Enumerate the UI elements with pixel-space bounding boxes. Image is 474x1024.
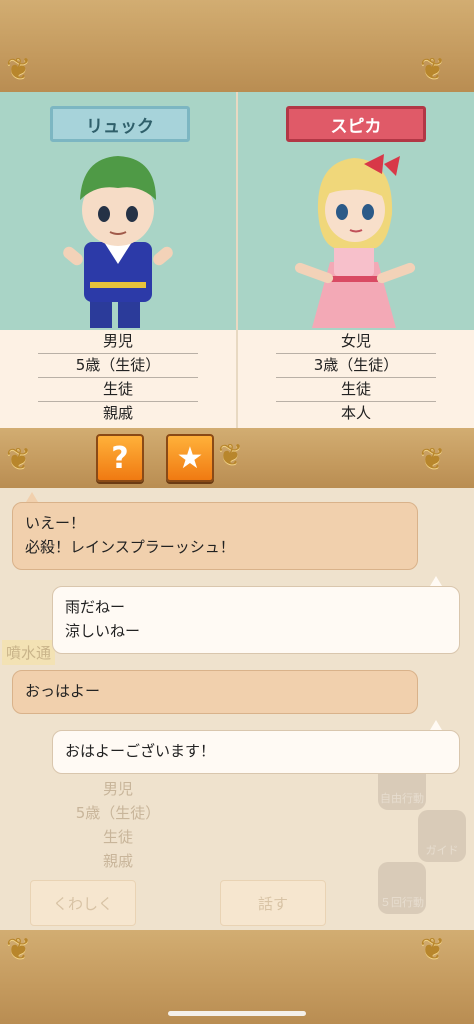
top-banner: ❦ ❦ [0,0,474,92]
character-avatar-girl [294,154,416,328]
favorite-button[interactable]: ★ [166,434,214,482]
chat-line: 雨だねー [65,598,126,616]
chat-line: 涼しいねー [65,622,141,640]
character-info-right: 女児 3歳（生徒） 生徒 本人 [238,330,474,428]
ornament-icon: ❦ [420,52,446,87]
help-button[interactable]: ? [96,434,144,482]
bg-gender: 男児 [102,780,133,798]
talk-button[interactable]: 話す [220,880,326,926]
guide-button[interactable]: ガイド [418,810,466,862]
age-label: 3歳（生徒） [276,354,436,378]
chat-bubble-right: おはよーございます！ [52,730,460,774]
ornament-icon: ❦ [420,932,446,967]
chat-bubble-left: いえー！ 必殺！レインスプラーッシュ！ [12,502,418,570]
ornament-icon: ❦ [420,442,446,477]
chat-line: 必殺！レインスプラーッシュ！ [25,538,235,556]
star-icon: ★ [176,440,204,476]
five-actions-button[interactable]: ５回行動 [378,862,426,914]
relation-label: 親戚 [102,404,133,422]
character-avatar-boy [63,156,173,328]
bubble-tail [430,576,442,586]
character-info-left: 男児 5歳（生徒） 生徒 親戚 [0,330,236,428]
ornament-icon: ❦ [6,442,32,477]
ornament-icon: ❦ [218,438,244,473]
role-label: 生徒 [38,378,198,402]
home-indicator[interactable] [168,1011,306,1016]
bottom-banner: ❦ ❦ [0,930,474,1024]
character-portrait-right[interactable]: スピカ [238,92,474,330]
gender-label: 男児 [38,330,198,354]
bg-relation: 親戚 [102,852,133,870]
gender-label: 女児 [276,330,436,354]
ornament-icon: ❦ [6,52,32,87]
chat-line: おっはよー [25,682,101,700]
chat-bubble-left: おっはよー [12,670,418,714]
character-portrait-left[interactable]: リュック [0,92,236,330]
location-label: 噴水通 [2,640,56,665]
details-button[interactable]: くわしく [30,880,136,926]
role-label: 生徒 [276,378,436,402]
age-label: 5歳（生徒） [38,354,198,378]
bubble-tail [26,492,38,502]
bubble-tail [430,720,442,730]
question-icon: ? [111,440,129,476]
ornament-icon: ❦ [6,932,32,967]
action-bar: ❦ ❦ ❦ [0,428,474,488]
chat-line: おはよーございます！ [65,742,216,760]
relation-label: 本人 [340,404,371,422]
bg-role: 生徒 [102,828,133,846]
chat-bubble-right: 雨だねー 涼しいねー [52,586,460,654]
chat-line: いえー！ [25,514,86,532]
bg-age: 5歳（生徒） [75,804,161,822]
